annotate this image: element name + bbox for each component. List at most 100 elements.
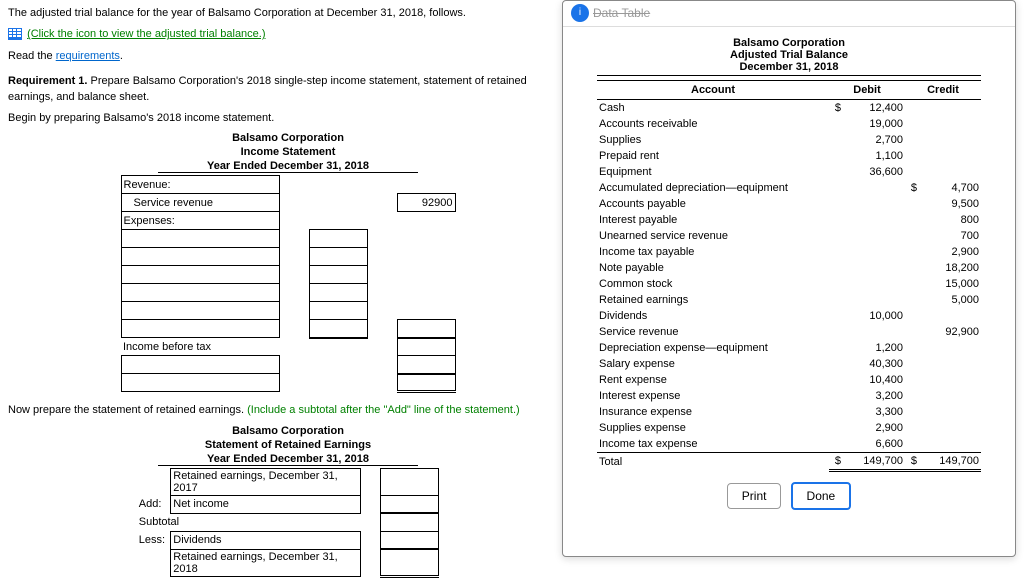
requirements-link[interactable]: requirements (56, 50, 120, 62)
table-row: Dividends10,000 (597, 308, 981, 324)
expense-row-2[interactable] (121, 248, 279, 266)
total-credit: 149,700 (919, 453, 981, 471)
debit-cell (843, 180, 905, 196)
trial-balance-table: Account Debit Credit Cash$12,400Accounts… (597, 80, 981, 472)
credit-cell: 15,000 (919, 276, 981, 292)
dividends-val[interactable] (381, 531, 439, 549)
less-label: Less: (137, 531, 171, 549)
re-2018-val[interactable] (381, 549, 439, 576)
expense-val-5[interactable] (309, 302, 367, 320)
account-cell: Depreciation expense—equipment (597, 340, 829, 356)
click-icon-link[interactable]: (Click the icon to view the adjusted tri… (27, 28, 265, 40)
account-cell: Equipment (597, 164, 829, 180)
tax-row[interactable] (121, 356, 279, 374)
expense-row-4[interactable] (121, 284, 279, 302)
credit-cell: 800 (919, 212, 981, 228)
credit-cell (919, 132, 981, 148)
account-cell: Prepaid rent (597, 148, 829, 164)
re-2018-label[interactable]: Retained earnings, December 31, 2018 (171, 549, 361, 576)
credit-cell: 700 (919, 228, 981, 244)
service-revenue-label[interactable]: Service revenue (121, 194, 279, 212)
debit-cell (843, 260, 905, 276)
expense-row-5[interactable] (121, 302, 279, 320)
credit-cell: 9,500 (919, 196, 981, 212)
left-panel: The adjusted trial balance for the year … (0, 0, 576, 584)
net-income-label[interactable]: Net income (171, 495, 361, 513)
print-button[interactable]: Print (727, 483, 782, 509)
debit-cell (843, 212, 905, 228)
account-cell: Accumulated depreciation—equipment (597, 180, 829, 196)
net-income-val[interactable] (381, 495, 439, 513)
account-cell: Supplies (597, 132, 829, 148)
expense-row-6[interactable] (121, 320, 279, 338)
re-2017-label[interactable]: Retained earnings, December 31, 2017 (171, 468, 361, 495)
debit-cell: 12,400 (843, 100, 905, 117)
expense-val-1[interactable] (309, 230, 367, 248)
table-row: Cash$12,400 (597, 100, 981, 117)
table-row: Unearned service revenue700 (597, 228, 981, 244)
table-row: Accumulated depreciation—equipment$4,700 (597, 180, 981, 196)
account-cell: Interest expense (597, 388, 829, 404)
expense-val-4[interactable] (309, 284, 367, 302)
include-subtotal-hint: (Include a subtotal after the "Add" line… (247, 404, 520, 416)
debit-cell: 1,200 (843, 340, 905, 356)
total-row: Total $ 149,700 $ 149,700 (597, 453, 981, 471)
table-row: Insurance expense3,300 (597, 404, 981, 420)
debit-cell: 3,200 (843, 388, 905, 404)
table-row: Interest payable800 (597, 212, 981, 228)
account-cell: Rent expense (597, 372, 829, 388)
income-company: Balsamo Corporation (8, 132, 568, 144)
col-account: Account (597, 81, 829, 100)
requirement-1: Requirement 1. Prepare Balsamo Corporati… (8, 74, 568, 105)
debit-cell (843, 228, 905, 244)
expenses-label: Expenses: (121, 212, 279, 230)
expense-val-6[interactable] (309, 320, 367, 338)
info-icon: i (571, 4, 589, 22)
credit-cell (919, 308, 981, 324)
credit-cell: 18,200 (919, 260, 981, 276)
re-company: Balsamo Corporation (8, 425, 568, 437)
expense-row-3[interactable] (121, 266, 279, 284)
click-icon-row: (Click the icon to view the adjusted tri… (8, 27, 568, 42)
re-title: Statement of Retained Earnings (8, 439, 568, 451)
subtotal-val[interactable] (381, 513, 439, 531)
net-val[interactable] (397, 374, 455, 392)
income-statement-table: Revenue: Service revenue92900 Expenses: … (121, 175, 456, 393)
income-before-tax-val[interactable] (397, 338, 455, 356)
total-debit: 149,700 (843, 453, 905, 471)
service-revenue-value[interactable]: 92900 (397, 194, 455, 212)
tax-val[interactable] (397, 356, 455, 374)
credit-cell (919, 164, 981, 180)
account-cell: Salary expense (597, 356, 829, 372)
table-row: Interest expense 3,200 (597, 388, 981, 404)
data-table-modal: i Data Table Balsamo Corporation Adjuste… (562, 0, 1016, 557)
grid-icon[interactable] (8, 28, 22, 40)
tb-company: Balsamo Corporation (597, 37, 981, 49)
retained-earnings-table: Retained earnings, December 31, 2017 Add… (137, 468, 440, 578)
table-row: Rent expense10,400 (597, 372, 981, 388)
debit-cell: 2,900 (843, 420, 905, 436)
debit-cell: 2,700 (843, 132, 905, 148)
dividends-label[interactable]: Dividends (171, 531, 361, 549)
credit-cell (919, 436, 981, 453)
net-row[interactable] (121, 374, 279, 392)
account-cell: Cash (597, 100, 829, 117)
modal-header: i Data Table (563, 1, 1015, 27)
table-row: Prepaid rent1,100 (597, 148, 981, 164)
debit-cell: 40,300 (843, 356, 905, 372)
debit-cell (843, 292, 905, 308)
tb-date: December 31, 2018 (597, 61, 981, 76)
debit-cell (843, 276, 905, 292)
done-button[interactable]: Done (791, 482, 852, 510)
expense-val-2[interactable] (309, 248, 367, 266)
total-label: Total (597, 453, 829, 471)
re-2017-val[interactable] (381, 468, 439, 495)
expense-total[interactable] (397, 320, 455, 338)
re-period: Year Ended December 31, 2018 (158, 453, 418, 466)
expense-row-1[interactable] (121, 230, 279, 248)
table-row: Income tax expense6,600 (597, 436, 981, 453)
expense-val-3[interactable] (309, 266, 367, 284)
table-row: Service revenue92,900 (597, 324, 981, 340)
account-cell: Supplies expense (597, 420, 829, 436)
debit-cell (843, 244, 905, 260)
